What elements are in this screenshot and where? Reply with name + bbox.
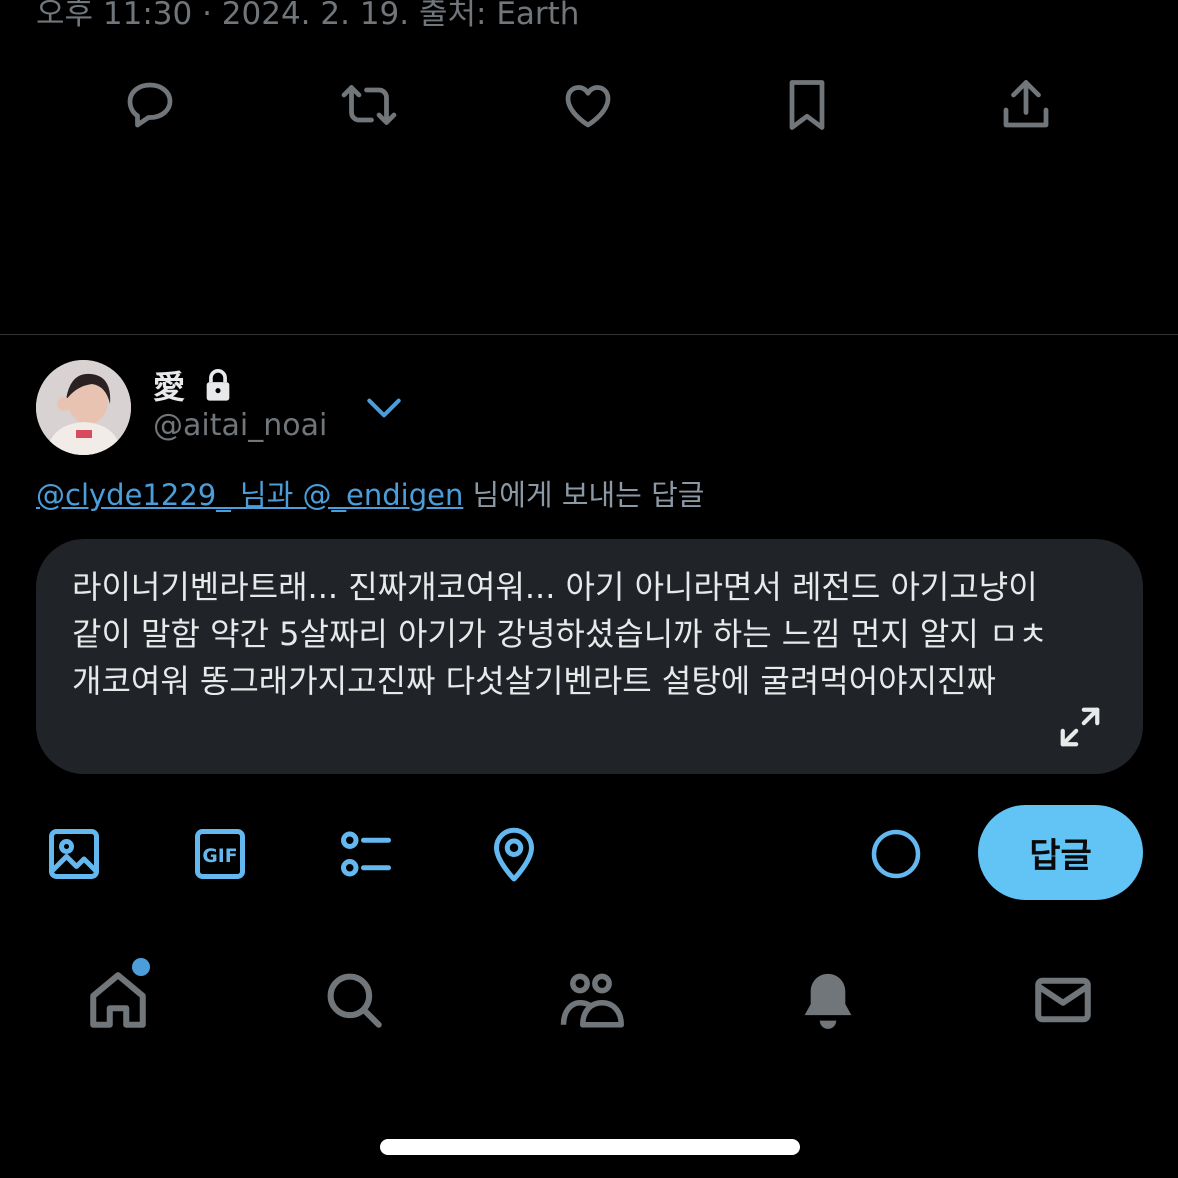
character-count-ring bbox=[871, 829, 921, 879]
compose-text[interactable]: 라이너기벤라트래... 진짜개코여워... 아기 아니라면서 레전드 아기고냥이… bbox=[72, 564, 1062, 705]
notifications-icon[interactable] bbox=[788, 960, 868, 1040]
avatar[interactable] bbox=[36, 360, 131, 455]
account-handle: @aitai_noai bbox=[153, 408, 328, 443]
communities-icon[interactable] bbox=[551, 960, 631, 1040]
retweet-icon[interactable] bbox=[334, 70, 404, 140]
location-icon[interactable] bbox=[482, 822, 546, 886]
reply-mentions-link[interactable]: @clyde1229_ 님과 @_endigen bbox=[36, 478, 463, 512]
share-icon[interactable] bbox=[991, 70, 1061, 140]
bottom-tab-bar bbox=[0, 958, 1178, 1050]
image-icon[interactable] bbox=[42, 822, 106, 886]
search-icon[interactable] bbox=[314, 960, 394, 1040]
expand-icon[interactable] bbox=[1057, 704, 1103, 750]
like-icon[interactable] bbox=[553, 70, 623, 140]
reply-context-suffix: 님에게 보내는 답글 bbox=[463, 478, 705, 512]
account-name-row: 愛 bbox=[153, 362, 233, 408]
display-name: 愛 bbox=[153, 368, 186, 406]
chevron-down-icon[interactable] bbox=[362, 386, 406, 430]
compose-box[interactable]: 라이너기벤라트래... 진짜개코여워... 아기 아니라면서 레전드 아기고냥이… bbox=[36, 539, 1143, 774]
divider bbox=[0, 334, 1178, 335]
tweet-meta: 오후 11:30 · 2024. 2. 19. 출처: Earth bbox=[36, 0, 580, 32]
gif-icon[interactable]: GIF bbox=[188, 822, 252, 886]
tweet-action-bar bbox=[0, 70, 1178, 140]
home-indicator[interactable] bbox=[380, 1139, 800, 1155]
poll-icon[interactable] bbox=[334, 822, 398, 886]
home-badge-dot bbox=[132, 958, 150, 976]
reply-icon[interactable] bbox=[115, 70, 185, 140]
reply-submit-button[interactable]: 답글 bbox=[978, 805, 1143, 900]
lock-icon bbox=[203, 368, 233, 402]
svg-text:GIF: GIF bbox=[202, 846, 237, 867]
composer-toolbar: GIF 답글 bbox=[0, 805, 1178, 900]
reply-context: @clyde1229_ 님과 @_endigen 님에게 보내는 답글 bbox=[36, 472, 704, 514]
messages-icon[interactable] bbox=[1023, 960, 1103, 1040]
bookmark-icon[interactable] bbox=[772, 70, 842, 140]
